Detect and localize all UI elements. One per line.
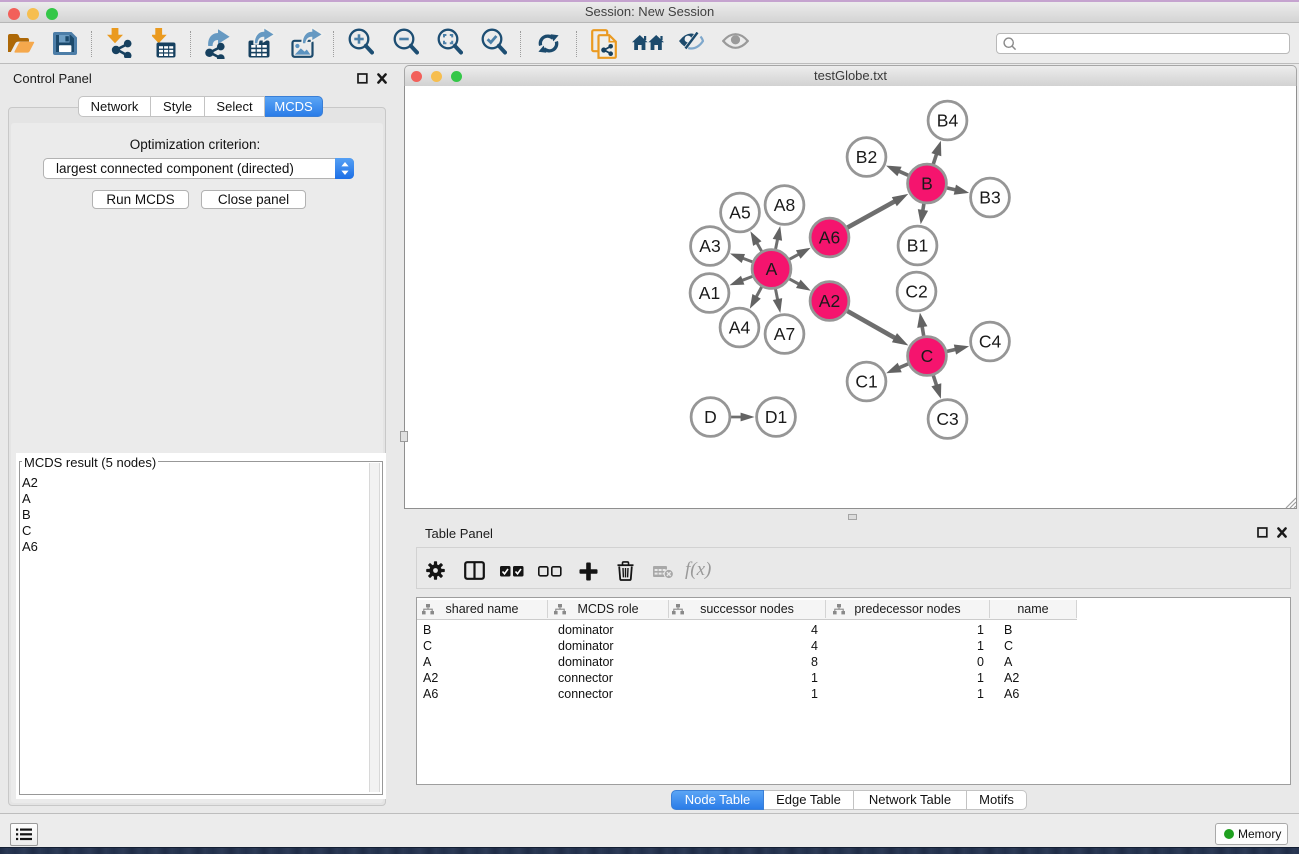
svg-text:B: B bbox=[921, 174, 933, 194]
svg-text:A2: A2 bbox=[819, 291, 840, 311]
svg-text:A1: A1 bbox=[699, 283, 720, 303]
svg-text:B3: B3 bbox=[979, 188, 1000, 208]
svg-text:A: A bbox=[766, 259, 778, 279]
svg-text:A4: A4 bbox=[729, 318, 751, 338]
svg-text:C3: C3 bbox=[936, 409, 958, 429]
svg-text:C: C bbox=[921, 346, 934, 366]
svg-text:D1: D1 bbox=[765, 407, 787, 427]
svg-text:A6: A6 bbox=[819, 228, 840, 248]
svg-text:C1: C1 bbox=[855, 372, 877, 392]
svg-text:B4: B4 bbox=[937, 111, 959, 131]
svg-text:A5: A5 bbox=[729, 203, 750, 223]
svg-text:B1: B1 bbox=[907, 236, 928, 256]
svg-text:B2: B2 bbox=[856, 147, 877, 167]
svg-text:A8: A8 bbox=[774, 195, 795, 215]
svg-text:A3: A3 bbox=[699, 236, 720, 256]
svg-text:D: D bbox=[704, 407, 717, 427]
svg-text:A7: A7 bbox=[774, 324, 795, 344]
svg-text:C2: C2 bbox=[905, 282, 927, 302]
svg-text:C4: C4 bbox=[979, 332, 1002, 352]
